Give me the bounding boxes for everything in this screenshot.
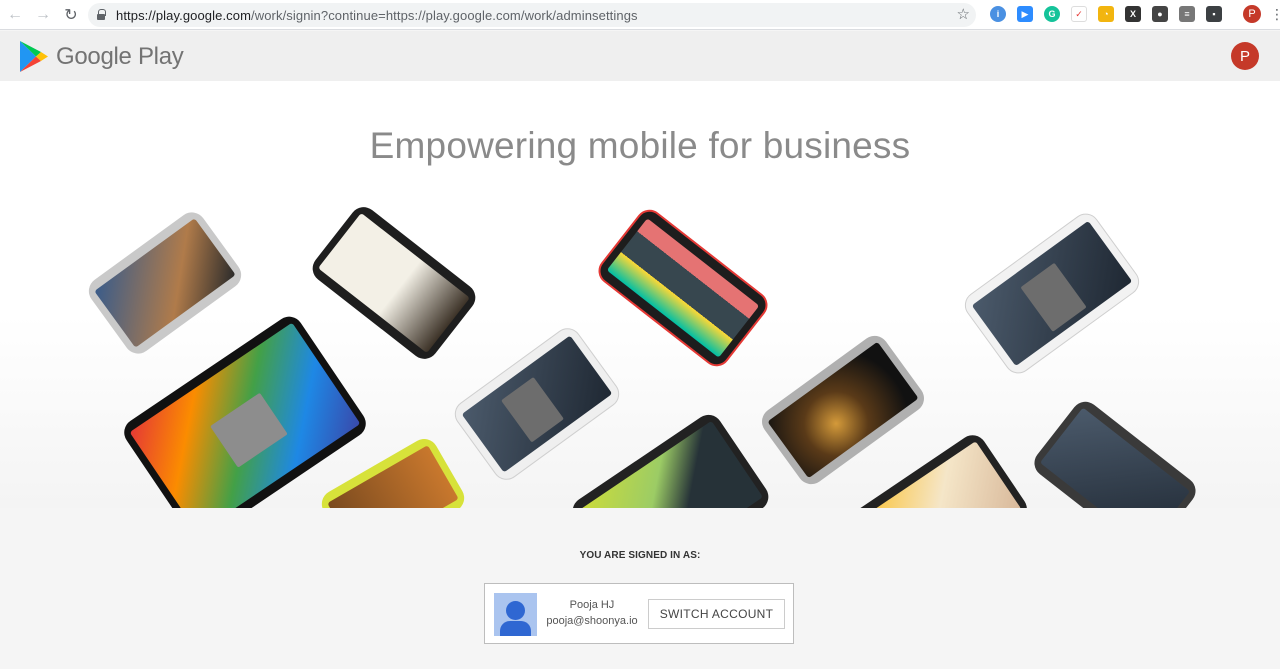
forward-icon[interactable]: → [30, 2, 56, 28]
device-image-red-phone [592, 204, 774, 372]
clock-extension-icon[interactable]: ◔ [1098, 6, 1114, 22]
signed-in-label: YOU ARE SIGNED IN AS: [579, 550, 701, 561]
site-header: Google Play P [0, 31, 1280, 81]
back-icon[interactable]: ← [2, 2, 28, 28]
todo-extension-icon[interactable]: ✓ [1071, 6, 1087, 22]
dark-extension-icon[interactable]: ● [1152, 6, 1168, 22]
device-image-white-phone [449, 322, 625, 486]
grammarly-extension-icon[interactable]: G [1044, 6, 1060, 22]
reload-icon[interactable]: ↻ [58, 2, 84, 28]
account-avatar-icon [494, 593, 537, 636]
device-image-htc-phone [756, 330, 930, 490]
browser-toolbar: ← → ↻ https://play.google.com/work/signi… [0, 0, 1280, 30]
zoom-extension-icon[interactable]: ▶ [1017, 6, 1033, 22]
lock-icon [96, 9, 106, 21]
device-image-black-phone [307, 201, 481, 365]
account-card: Pooja HJ pooja@shoonya.io SWITCH ACCOUNT [484, 583, 794, 644]
account-name: Pooja HJ [569, 599, 615, 611]
info-extension-icon[interactable]: i [990, 6, 1006, 22]
url-text: https://play.google.com/work/signin?cont… [116, 7, 638, 23]
device-image-dark-phone [1028, 396, 1202, 508]
hero-headline: Empowering mobile for business [369, 125, 911, 166]
device-image-green-tablet [567, 409, 774, 508]
browser-profile-avatar[interactable]: P [1243, 5, 1261, 23]
bookmark-star-icon[interactable]: ☆ [957, 5, 970, 23]
browser-menu-icon[interactable]: ⋮ [1270, 6, 1280, 22]
terminal-extension-icon[interactable]: ▪ [1206, 6, 1222, 22]
user-avatar[interactable]: P [1231, 42, 1259, 70]
google-play-logo-icon[interactable] [19, 40, 49, 73]
hero-section: Empowering mobile for business [0, 81, 1280, 508]
device-image-galaxy-phone [959, 208, 1145, 379]
switch-account-button[interactable]: SWITCH ACCOUNT [648, 599, 785, 629]
device-image-silver-phone [83, 206, 247, 360]
address-bar[interactable]: https://play.google.com/work/signin?cont… [88, 3, 976, 27]
account-email: pooja@shoonya.io [546, 615, 638, 627]
x-extension-icon[interactable]: X [1125, 6, 1141, 22]
doc-extension-icon[interactable]: ≡ [1179, 6, 1195, 22]
brand-name[interactable]: Google Play [56, 43, 184, 71]
